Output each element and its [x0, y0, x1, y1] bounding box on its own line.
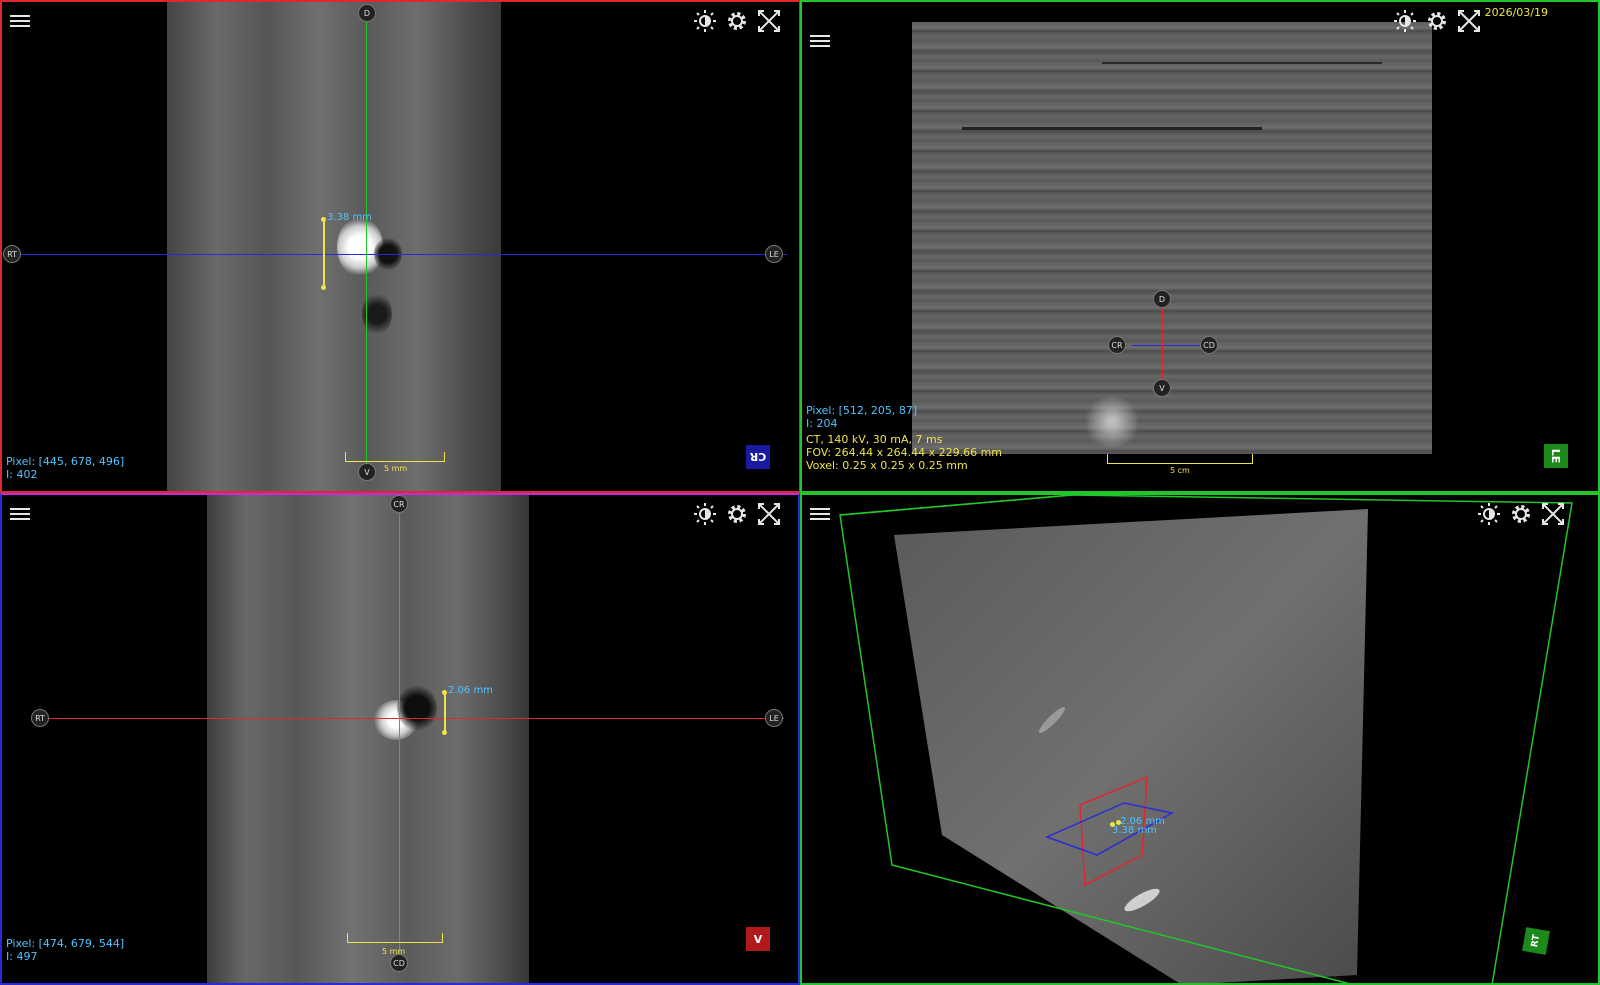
fullscreen-icon[interactable] — [1540, 501, 1566, 527]
intensity-readout: I: 204 — [806, 417, 838, 430]
dark-streak — [1102, 62, 1382, 64]
scale-label: 5 mm — [384, 464, 408, 473]
intensity-readout: I: 497 — [6, 950, 38, 963]
pixel-readout: Pixel: [512, 205, 87] — [806, 404, 918, 417]
scale-bar — [1107, 454, 1253, 464]
bright-spot — [1082, 397, 1142, 447]
menu-icon[interactable] — [10, 505, 30, 521]
measurement-handle[interactable] — [321, 217, 326, 222]
orientation-cube[interactable]: CR — [746, 445, 770, 469]
measurement-label: 2.06 mm — [448, 685, 493, 696]
orientation-cube[interactable]: RT — [1522, 927, 1550, 955]
marker-top[interactable]: D — [1153, 290, 1171, 308]
marker-bottom[interactable]: CD — [390, 954, 408, 972]
measurement-label: 3.38 mm — [1112, 825, 1157, 836]
marker-bottom[interactable]: V — [358, 463, 376, 481]
marker-top[interactable]: CR — [390, 495, 408, 513]
volume-rendering — [839, 495, 1573, 983]
gear-icon[interactable] — [1508, 501, 1534, 527]
marker-bottom[interactable]: V — [1153, 379, 1171, 397]
crosshair-horizontal[interactable] — [42, 718, 784, 719]
measurement-line[interactable] — [323, 220, 325, 288]
marker-top[interactable]: D — [358, 4, 376, 22]
viewport-sagittal[interactable]: D V CR CD 5 cm 2026/03/19 Pixel: [512, 2… — [800, 0, 1600, 493]
measurement-line[interactable] — [444, 693, 446, 733]
fullscreen-icon[interactable] — [756, 501, 782, 527]
marker-left[interactable]: RT — [3, 245, 21, 263]
scale-bar — [345, 452, 445, 462]
fov-info: FOV: 264.44 x 264.44 x 229.66 mm — [806, 446, 1003, 459]
measurement-handle[interactable] — [442, 690, 447, 695]
crosshair-vertical[interactable] — [399, 503, 400, 973]
viewport-3d[interactable]: 2.06 mm 3.38 mm RT — [800, 493, 1600, 985]
crosshair-horizontal[interactable] — [14, 254, 787, 255]
voxel-info: Voxel: 0.25 x 0.25 x 0.25 mm — [806, 459, 968, 472]
menu-icon[interactable] — [810, 32, 830, 48]
marker-left[interactable]: CR — [1108, 336, 1126, 354]
gear-icon[interactable] — [1424, 8, 1450, 34]
fullscreen-icon[interactable] — [1456, 8, 1482, 34]
dark-streak — [962, 127, 1262, 130]
orientation-cube[interactable]: V — [746, 927, 770, 951]
marker-right[interactable]: LE — [765, 245, 783, 263]
ct-slice-image — [167, 2, 501, 491]
contrast-icon[interactable] — [692, 8, 718, 34]
gear-icon[interactable] — [724, 8, 750, 34]
scale-label: 5 mm — [382, 947, 406, 956]
scale-bar — [347, 933, 443, 943]
fullscreen-icon[interactable] — [756, 8, 782, 34]
menu-icon[interactable] — [10, 12, 30, 28]
measurement-handle[interactable] — [442, 730, 447, 735]
marker-right[interactable]: CD — [1200, 336, 1218, 354]
viewport-coronal[interactable]: D V RT LE 3.38 mm 5 mm Pixel: [445, 678,… — [0, 0, 800, 493]
ct-slice-image — [912, 22, 1432, 454]
crosshair-vertical[interactable] — [366, 14, 367, 479]
pixel-readout: Pixel: [445, 678, 496] — [6, 455, 125, 468]
marker-left[interactable]: RT — [31, 709, 49, 727]
acquisition-info: CT, 140 kV, 30 mA, 7 ms — [806, 433, 943, 446]
contrast-icon[interactable] — [692, 501, 718, 527]
scale-label: 5 cm — [1170, 466, 1190, 475]
contrast-icon[interactable] — [1392, 8, 1418, 34]
study-date: 2026/03/19 — [1484, 6, 1548, 19]
measurement-handle[interactable] — [321, 285, 326, 290]
viewport-axial[interactable]: CR CD RT LE 2.06 mm 5 mm Pixel: [474, 67… — [0, 493, 800, 985]
ct-slice-image — [207, 495, 529, 983]
intensity-readout: I: 402 — [6, 468, 38, 481]
crosshair-vertical[interactable] — [1162, 307, 1163, 385]
marker-right[interactable]: LE — [765, 709, 783, 727]
dark-spot — [397, 685, 437, 731]
gear-icon[interactable] — [724, 501, 750, 527]
contrast-icon[interactable] — [1476, 501, 1502, 527]
orientation-cube[interactable]: LE — [1544, 444, 1568, 468]
menu-icon[interactable] — [810, 505, 830, 521]
measurement-label: 3.38 mm — [327, 212, 372, 223]
pixel-readout: Pixel: [474, 679, 544] — [6, 937, 125, 950]
